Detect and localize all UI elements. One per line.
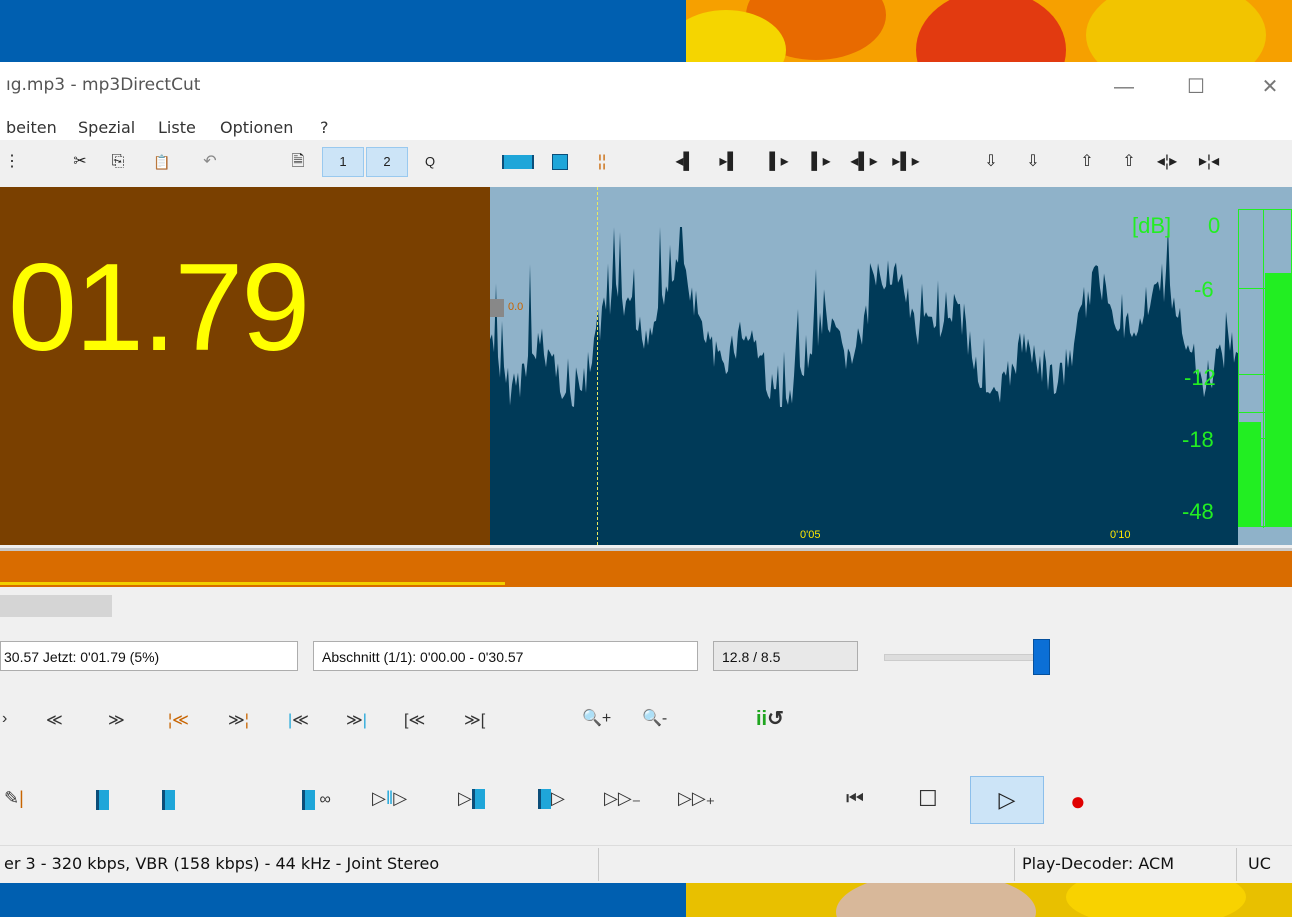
page-2-icon[interactable]: 2 [366, 147, 408, 177]
waveform[interactable] [490, 187, 1292, 545]
zoom-out-icon[interactable]: 🔍- [642, 708, 667, 728]
menu-bar: beiten Spezial Liste Optionen ? [0, 114, 1292, 140]
minimize-icon[interactable]: — [1102, 70, 1146, 104]
undo-icon[interactable]: ↶ [198, 150, 222, 174]
position-scrollbar[interactable] [0, 595, 112, 617]
select-range-icon[interactable] [502, 150, 534, 174]
cue-left-icon[interactable]: ◂▌ [674, 150, 696, 174]
position-field: 30.57 Jetzt: 0'01.79 (5%) [0, 641, 298, 671]
playhead [597, 187, 598, 545]
section-field: Abschnitt (1/1): 0'00.00 - 0'30.57 [313, 641, 698, 671]
to-end-icon[interactable]: ≫| [346, 710, 367, 730]
grip-icon: ⋮ [4, 153, 20, 170]
cue-shift-icon[interactable]: ▸▌▸ [888, 150, 924, 174]
mark-c-icon[interactable]: ⇧ [1076, 150, 1098, 174]
status-format: er 3 - 320 kbps, VBR (158 kbps) - 44 kHz… [4, 854, 440, 873]
reset-view-icon[interactable]: ii↺ [756, 706, 784, 731]
select-block-icon[interactable] [548, 150, 572, 174]
volume-slider-track[interactable] [884, 654, 1046, 661]
menu-help[interactable]: ? [320, 118, 329, 137]
previous-icon[interactable]: ⏮ [846, 788, 864, 811]
zoom-in-icon[interactable]: 🔍+ [582, 708, 611, 728]
play-button[interactable]: ▷ [970, 776, 1044, 824]
meter-divider [1263, 210, 1264, 528]
play-slower-icon[interactable]: ▷▷₋ [604, 788, 641, 809]
current-time: 01.79 [8, 239, 310, 377]
menu-liste[interactable]: Liste [158, 118, 196, 137]
loop-play-icon[interactable]: ∞ [302, 790, 331, 810]
to-finish-icon[interactable]: ≫[ [464, 710, 485, 730]
time-display: 01.79 [0, 187, 490, 545]
level-meter [1238, 209, 1292, 528]
status-separator [1236, 848, 1237, 881]
to-start-icon[interactable]: |≪ [288, 710, 309, 730]
mark-d-icon[interactable]: ⇧ [1118, 150, 1140, 174]
cue-expand-icon[interactable]: ◂▌▸ [846, 150, 882, 174]
db-scale-18: -18 [1182, 427, 1214, 452]
close-icon[interactable]: ✕ [1248, 70, 1292, 104]
cut-icon[interactable]: ✂ [68, 150, 92, 174]
play-faster-icon[interactable]: ▷▷₊ [678, 788, 715, 809]
to-marker-left-icon[interactable]: ¦≪ [168, 710, 189, 730]
menu-bearbeiten[interactable]: beiten [6, 118, 57, 137]
db-scale-0: 0 [1208, 213, 1221, 238]
mark-e-icon[interactable]: ◂¦▸ [1154, 150, 1180, 174]
page-icon[interactable]: 🗎 [286, 150, 310, 174]
rewind-fast-icon[interactable]: ≪ [46, 710, 63, 730]
page-q-icon[interactable]: Q [418, 150, 442, 174]
nav-partial-icon[interactable]: › [2, 710, 7, 728]
mark-a-icon[interactable]: ⇩ [980, 150, 1002, 174]
waveform-shape [490, 227, 1238, 545]
maximize-icon[interactable]: ☐ [1174, 70, 1218, 104]
cue-left2-icon[interactable]: ▸▌ [718, 150, 740, 174]
to-marker-right-icon[interactable]: ≫¦ [228, 710, 249, 730]
set-end-icon[interactable] [162, 790, 175, 810]
marker-dotted-icon[interactable]: ¦¦ [590, 150, 614, 174]
status-separator [598, 848, 599, 881]
cue-label: 0.0 [508, 301, 524, 313]
overview-highlight [0, 582, 505, 585]
db-scale-48: -48 [1182, 499, 1214, 524]
page-1-icon[interactable]: 1 [322, 147, 364, 177]
status-separator [1014, 848, 1015, 881]
forward-fast-icon[interactable]: ≫ [108, 710, 125, 730]
play-around-icon[interactable]: ▷‖▷ [372, 788, 407, 809]
desktop-wallpaper-top [686, 0, 1292, 62]
copy-icon[interactable]: ⎘ [106, 150, 130, 174]
cue-handle[interactable] [490, 299, 504, 317]
play-icon: ▷ [998, 787, 1016, 812]
menu-spezial[interactable]: Spezial [78, 118, 135, 137]
status-mode: UC [1248, 854, 1271, 873]
tick-label-5: 0'05 [800, 529, 821, 541]
status-decoder: Play-Decoder: ACM [1022, 854, 1175, 873]
play-to-start-icon[interactable]: ▷ [458, 788, 485, 810]
tick-label-10: 0'10 [1110, 529, 1131, 541]
play-from-start-icon[interactable]: ▷ [538, 788, 565, 810]
volume-slider-thumb[interactable] [1033, 639, 1050, 675]
mark-b-icon[interactable]: ⇩ [1022, 150, 1044, 174]
edit-pen-icon[interactable]: ✎| [4, 788, 24, 809]
to-begin-icon[interactable]: [≪ [404, 710, 425, 730]
meter-bar-right [1265, 273, 1291, 526]
record-icon[interactable]: ● [1070, 786, 1086, 817]
desktop-wallpaper-bottom [686, 882, 1292, 917]
toolbar: ⋮ ✂ ⎘ 📋 ↶ 🗎 1 2 Q ¦¦ ◂▌ ▸▌ ▌▸ ▌▸ ◂▌▸ ▸▌▸… [0, 140, 1292, 186]
cue-right-icon[interactable]: ▌▸ [768, 150, 790, 174]
mark-f-icon[interactable]: ▸¦◂ [1196, 150, 1222, 174]
app-window: ıg.mp3 - mp3DirectCut — ☐ ✕ beiten Spezi… [0, 62, 1292, 883]
set-start-icon[interactable] [96, 790, 109, 810]
stop-icon[interactable]: ☐ [918, 786, 938, 812]
db-label: [dB] [1132, 213, 1172, 238]
menu-optionen[interactable]: Optionen [220, 118, 293, 137]
paste-icon[interactable]: 📋 [150, 150, 174, 174]
window-title: ıg.mp3 - mp3DirectCut [6, 75, 201, 95]
title-bar: ıg.mp3 - mp3DirectCut — ☐ ✕ [0, 62, 1292, 114]
status-bar: er 3 - 320 kbps, VBR (158 kbps) - 44 kHz… [0, 845, 1292, 883]
meter-bar-left [1239, 422, 1261, 526]
db-scale-6: -6 [1194, 277, 1214, 302]
cue-right2-icon[interactable]: ▌▸ [810, 150, 832, 174]
rate-field: 12.8 / 8.5 [713, 641, 858, 671]
waveform-panel[interactable]: 0.0 0'05 0'10 [dB] 0 -6 -12 -18 -48 [490, 187, 1292, 545]
db-scale-12: -12 [1184, 365, 1216, 390]
